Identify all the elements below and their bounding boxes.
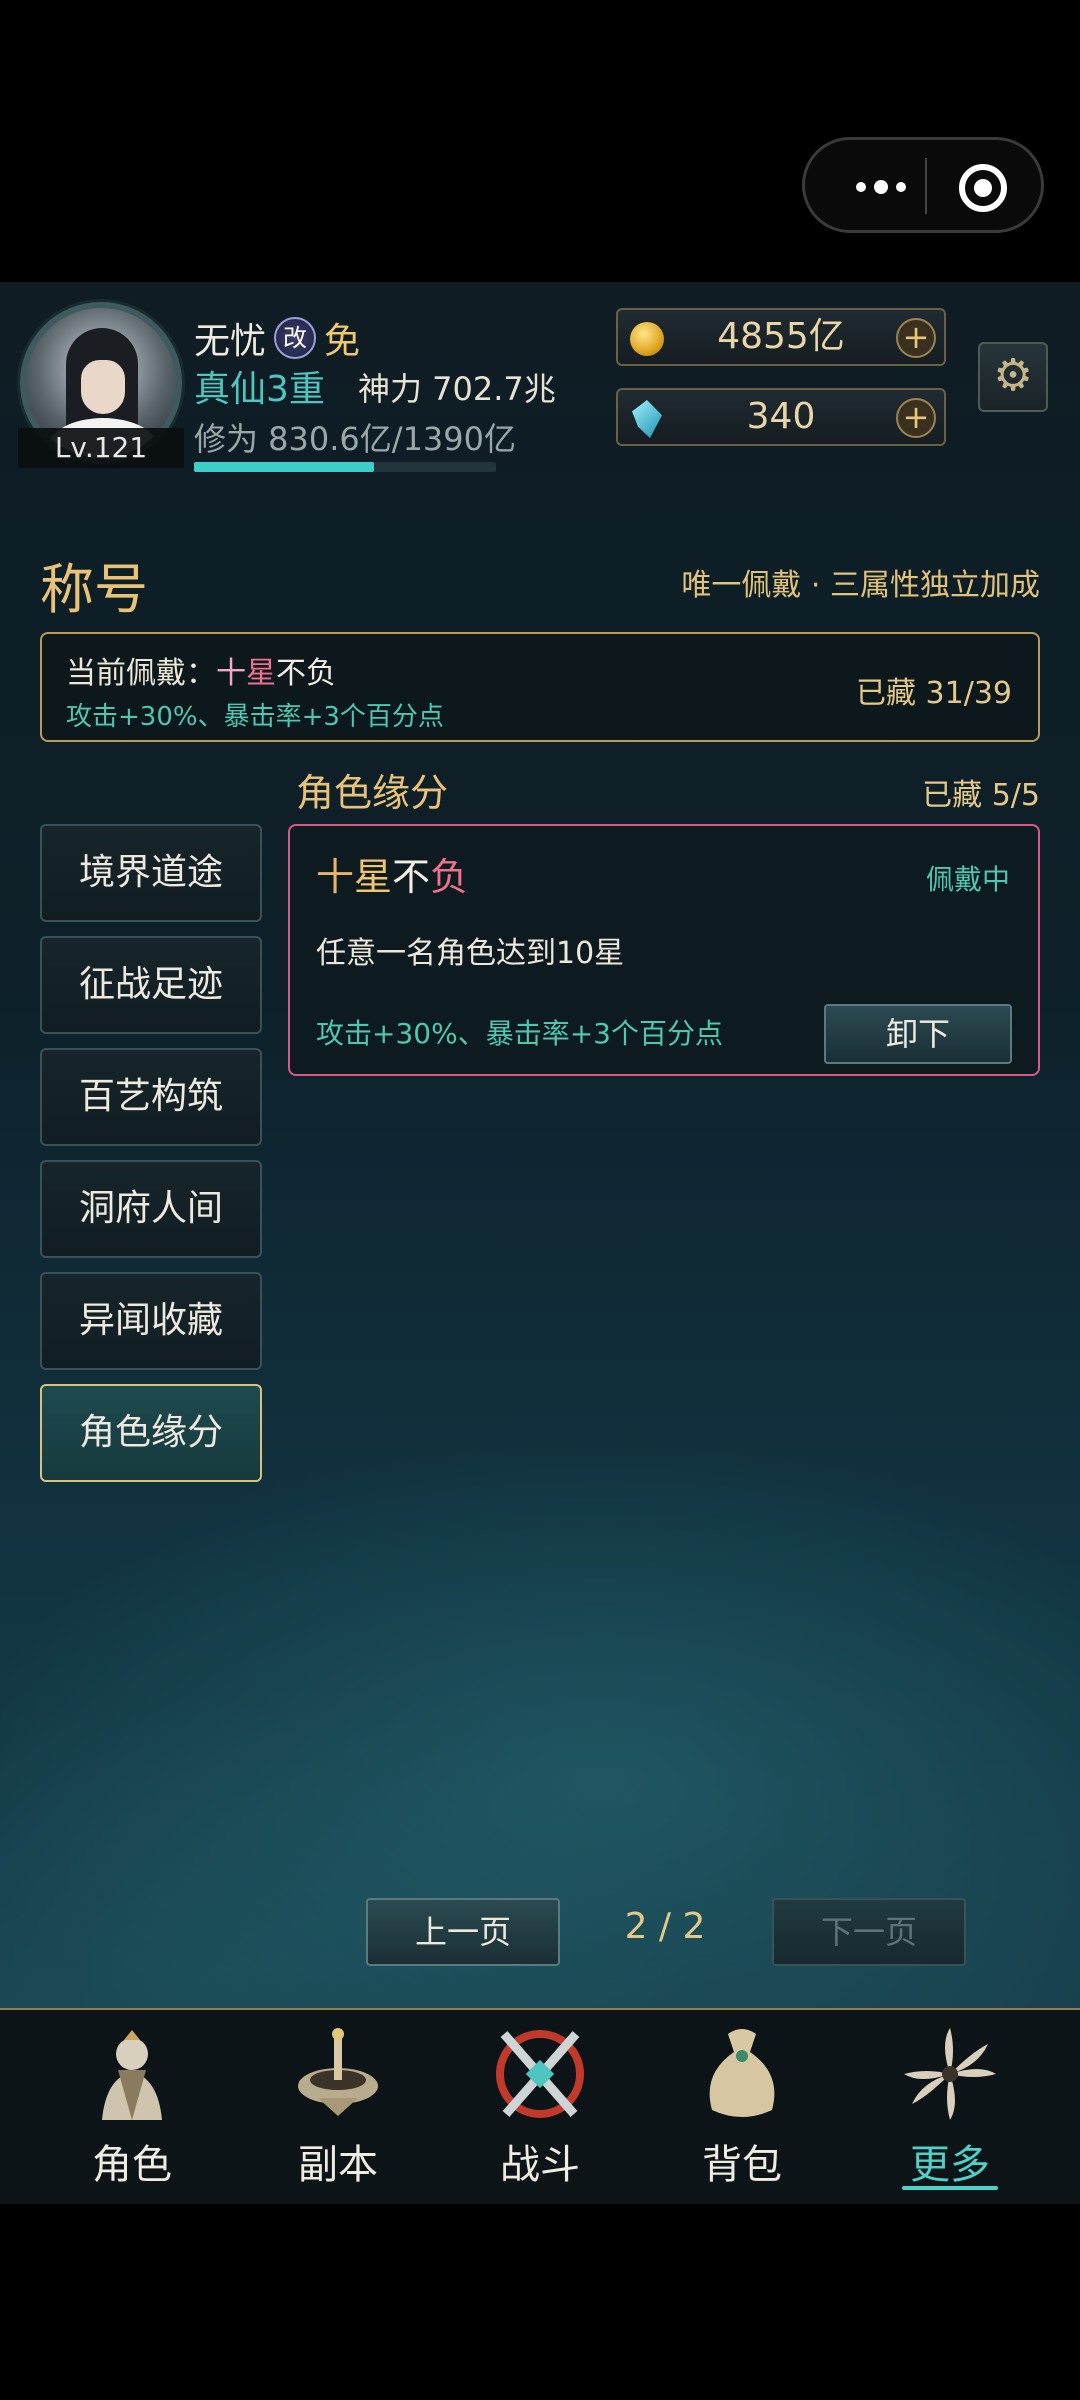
nav-item-battle[interactable]: 战斗 [440, 2010, 640, 2206]
rename-badge[interactable]: 改 [274, 317, 317, 359]
unequip-button[interactable]: 卸下 [824, 1004, 1012, 1064]
cultivation-text: 修为 830.6亿/1390亿 [194, 420, 517, 458]
panel-count: 已藏 5/5 [922, 778, 1040, 813]
nav-item-more[interactable]: 更多 [850, 2010, 1050, 2206]
nav-label: 角色 [92, 2142, 172, 2188]
cultivation-progress-fill [194, 462, 375, 472]
current-title-part: 星 [246, 656, 276, 691]
player-name: 无忧 [194, 321, 267, 362]
add-gold-button[interactable]: + [896, 318, 936, 358]
current-equipped-label: 当前佩戴：十星不负 [66, 648, 336, 692]
more-dot-icon [896, 182, 906, 192]
bottom-nav: 角色 副本 战斗 背包 更多 [0, 2008, 1080, 2204]
category-cave-world[interactable]: 洞府人间 [40, 1160, 262, 1258]
panel-title: 角色缘分 [296, 771, 449, 815]
card-title-part: 十 [316, 855, 355, 899]
nav-label: 战斗 [500, 2142, 580, 2188]
current-bonus: 攻击+30%、暴击率+3个百分点 [66, 702, 444, 732]
mini-program-capsule [802, 137, 1044, 233]
title-hint: 唯一佩戴 · 三属性独立加成 [681, 568, 1040, 603]
add-crystal-button[interactable]: + [896, 398, 936, 438]
nav-item-dungeon[interactable]: 副本 [238, 2010, 438, 2206]
close-target-icon[interactable] [959, 164, 1007, 212]
gold-coin-icon [630, 322, 664, 356]
more-dot-icon [856, 182, 866, 192]
nav-label: 更多 [910, 2142, 990, 2188]
card-title: 十星不负 [316, 846, 468, 901]
crystal-resource: 340 + [616, 388, 946, 446]
active-tab-underline [902, 2186, 998, 2190]
battle-swords-icon [496, 2030, 584, 2118]
power-text: 神力 702.7兆 [358, 370, 556, 408]
card-description: 任意一名角色达到10星 [316, 936, 625, 971]
page-title: 称号 [40, 558, 148, 621]
avatar-face [81, 360, 125, 414]
gold-resource: 4855亿 + [616, 308, 946, 366]
card-title-part: 不 [392, 855, 431, 899]
crystal-value: 340 [746, 396, 816, 437]
more-menu-button[interactable] [831, 162, 931, 212]
more-dot-icon [874, 180, 888, 194]
card-bonus: 攻击+30%、暴击率+3个百分点 [316, 1017, 723, 1050]
card-title-part: 星 [354, 855, 393, 899]
equipped-status: 佩戴中 [925, 863, 1010, 896]
page-indicator: 2 / 2 [624, 1906, 706, 1947]
current-title-part: 十 [216, 656, 246, 691]
settings-button[interactable]: ⚙ [978, 342, 1048, 412]
character-icon [102, 2030, 162, 2120]
category-crafts[interactable]: 百艺构筑 [40, 1048, 262, 1146]
gold-value: 4855亿 [717, 316, 845, 357]
current-equipped-box: 当前佩戴：十星不负 攻击+30%、暴击率+3个百分点 已藏 31/39 [40, 632, 1040, 742]
current-label-prefix: 当前佩戴： [66, 656, 216, 691]
category-character-bond[interactable]: 角色缘分 [40, 1384, 262, 1482]
capsule-divider [925, 158, 927, 214]
category-anecdote-collection[interactable]: 异闻收藏 [40, 1272, 262, 1370]
category-battle-trace[interactable]: 征战足迹 [40, 936, 262, 1034]
nav-item-character[interactable]: 角色 [32, 2010, 232, 2206]
more-shuriken-icon [904, 2028, 996, 2120]
card-title-part: 负 [430, 855, 469, 899]
collected-count: 已藏 31/39 [856, 676, 1012, 711]
title-card[interactable]: 十星不负 佩戴中 任意一名角色达到10星 攻击+30%、暴击率+3个百分点 卸下 [288, 824, 1040, 1076]
player-name-row: 无忧 改 免 [194, 312, 360, 364]
free-badge: 免 [324, 321, 361, 362]
category-realm-path[interactable]: 境界道途 [40, 824, 262, 922]
realm-text: 真仙3重 [194, 369, 325, 410]
cultivation-progress-bar [194, 462, 496, 472]
next-page-button[interactable]: 下一页 [772, 1898, 966, 1966]
bottom-safe-area [0, 2204, 1080, 2400]
nav-label: 副本 [298, 2142, 378, 2188]
current-title-part: 不负 [276, 656, 336, 691]
gear-icon: ⚙ [993, 350, 1033, 401]
game-background [0, 282, 1080, 2010]
bag-icon [709, 2029, 775, 2117]
dungeon-icon [298, 2028, 378, 2116]
level-tag: Lv.121 [18, 428, 184, 468]
prev-page-button[interactable]: 上一页 [366, 1898, 560, 1966]
nav-label: 背包 [702, 2142, 782, 2188]
nav-item-bag[interactable]: 背包 [642, 2010, 842, 2206]
crystal-icon [632, 400, 662, 438]
